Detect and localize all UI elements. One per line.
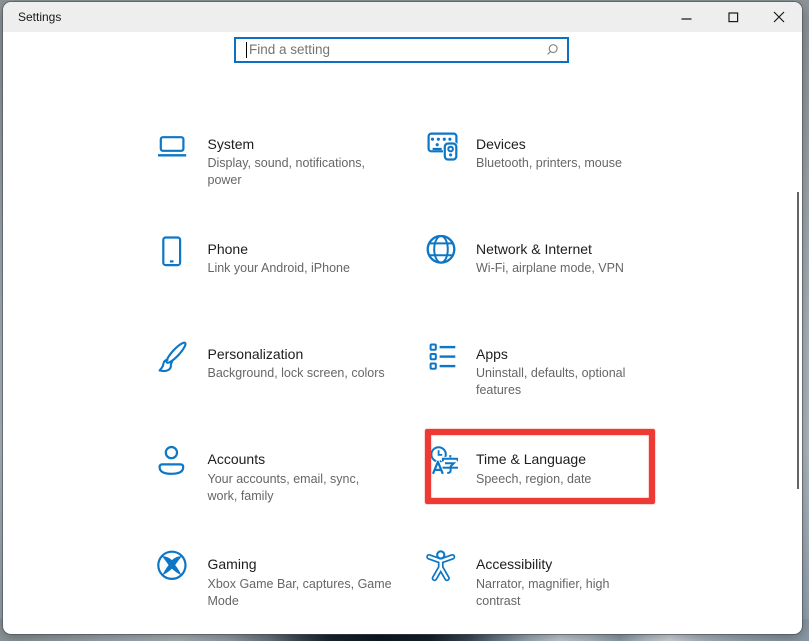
tile-time-language[interactable]: Time & Language Speech, region, date (424, 445, 690, 548)
settings-window: Settings Find a setting Syst (3, 2, 802, 634)
close-button[interactable] (756, 2, 802, 32)
tile-desc: Your accounts, email, sync, work, family (208, 471, 388, 505)
maximize-button[interactable] (710, 2, 756, 32)
close-icon (773, 11, 785, 23)
window-title: Settings (18, 2, 61, 32)
devices-icon (424, 130, 458, 164)
search-icon (545, 43, 559, 57)
tile-title: Gaming (208, 556, 388, 573)
minimize-icon (681, 12, 692, 23)
tile-desc: Display, sound, notifications, power (208, 155, 388, 189)
personalization-icon (155, 340, 189, 374)
tile-phone[interactable]: Phone Link your Android, iPhone (155, 235, 421, 338)
tile-title: Accounts (208, 451, 388, 468)
network-icon (424, 235, 458, 269)
search-input[interactable]: Find a setting (234, 37, 569, 64)
scrollbar-thumb[interactable] (797, 192, 799, 489)
tile-desc: Xbox Game Bar, captures, Game Mode (208, 576, 398, 610)
tile-title: Personalization (208, 346, 388, 363)
tile-desc: Narrator, magnifier, high contrast (476, 576, 656, 610)
tile-title: Network & Internet (476, 241, 656, 258)
tile-devices[interactable]: Devices Bluetooth, printers, mouse (424, 130, 690, 233)
apps-icon (424, 340, 458, 374)
accessibility-icon (424, 550, 458, 584)
tile-gaming[interactable]: Gaming Xbox Game Bar, captures, Game Mod… (155, 550, 421, 634)
titlebar: Settings (3, 2, 802, 32)
tile-title: Devices (476, 136, 656, 153)
gaming-icon (155, 550, 189, 584)
text-caret (246, 42, 247, 58)
time-language-icon (424, 445, 458, 479)
tile-accounts[interactable]: Accounts Your accounts, email, sync, wor… (155, 445, 421, 548)
search-placeholder: Find a setting (249, 42, 537, 57)
phone-icon (155, 235, 189, 269)
tile-title: Apps (476, 346, 656, 363)
accounts-icon (155, 445, 189, 479)
tile-network[interactable]: Network & Internet Wi-Fi, airplane mode,… (424, 235, 690, 338)
tile-desc: Wi-Fi, airplane mode, VPN (476, 260, 656, 277)
tile-desc: Background, lock screen, colors (208, 365, 388, 382)
minimize-button[interactable] (663, 2, 709, 32)
tile-desc: Speech, region, date (476, 471, 656, 488)
tile-title: Accessibility (476, 556, 656, 573)
maximize-icon (728, 12, 739, 23)
tile-title: System (208, 136, 388, 153)
tile-accessibility[interactable]: Accessibility Narrator, magnifier, high … (424, 550, 690, 634)
tile-desc: Link your Android, iPhone (208, 260, 388, 277)
tile-desc: Uninstall, defaults, optional features (476, 365, 656, 399)
search-button[interactable] (537, 43, 567, 57)
tile-system[interactable]: System Display, sound, notifications, po… (155, 130, 421, 233)
tile-personalization[interactable]: Personalization Background, lock screen,… (155, 340, 421, 443)
system-icon (155, 130, 189, 164)
tile-apps[interactable]: Apps Uninstall, defaults, optional featu… (424, 340, 690, 443)
tile-title: Phone (208, 241, 388, 258)
tile-title: Time & Language (476, 451, 656, 468)
tile-desc: Bluetooth, printers, mouse (476, 155, 656, 172)
